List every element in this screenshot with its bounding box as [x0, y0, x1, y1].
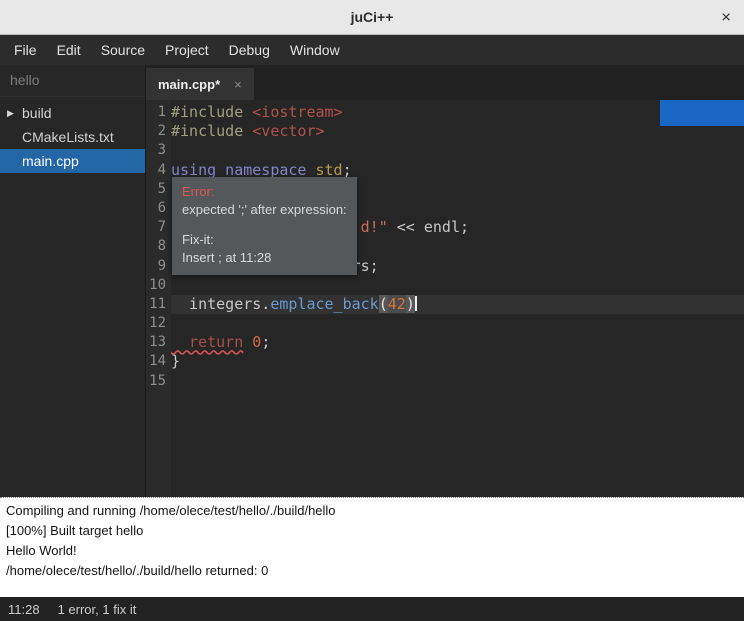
code-token: << endl;	[397, 218, 469, 236]
code-token: emplace_back	[270, 295, 378, 313]
menu-item-edit[interactable]: Edit	[47, 35, 91, 65]
line-number: 13	[146, 333, 171, 352]
code-token: 42	[388, 295, 406, 313]
output-panel[interactable]: Compiling and running /home/olece/test/h…	[0, 497, 744, 597]
code-text: return 0;	[171, 333, 744, 352]
line-number: 10	[146, 276, 171, 295]
tooltip-error-label: Error:	[182, 183, 347, 201]
main-split: hello ▶ build CMakeLists.txt main.cpp main.…	[0, 65, 744, 497]
code-token: ;	[261, 333, 270, 351]
project-label: hello	[0, 65, 145, 97]
menu-item-file[interactable]: File	[4, 35, 47, 65]
code-token: }	[171, 352, 180, 370]
code-token: d!"	[361, 218, 397, 236]
code-token: <vector>	[252, 122, 324, 140]
file-tree: ▶ build CMakeLists.txt main.cpp	[0, 97, 145, 173]
code-line[interactable]: 12	[146, 314, 744, 333]
code-line[interactable]: 2#include <vector>	[146, 122, 744, 141]
code-line[interactable]: 13 return 0;	[146, 333, 744, 352]
editor[interactable]: 1#include <iostream>2#include <vector>34…	[146, 100, 744, 497]
line-number: 14	[146, 352, 171, 371]
code-line[interactable]: 1#include <iostream>	[146, 103, 744, 122]
tab-main-cpp[interactable]: main.cpp* ×	[146, 68, 254, 100]
code-token: using namespace	[171, 161, 306, 179]
diagnostic-tooltip: Error: expected ';' after expression: Fi…	[172, 177, 357, 275]
tooltip-fixit-text: Insert ; at 11:28	[182, 249, 347, 267]
code-text	[171, 372, 744, 391]
output-line: /home/olece/test/hello/./build/hello ret…	[6, 561, 738, 581]
code-text: #include <vector>	[171, 122, 744, 141]
code-text	[171, 276, 744, 295]
code-line[interactable]: 14}	[146, 352, 744, 371]
tree-item-label: CMakeLists.txt	[22, 129, 114, 145]
editor-column: main.cpp* × 1#include <iostream>2#includ…	[146, 65, 744, 497]
tree-item-label: build	[22, 105, 52, 121]
menu-item-project[interactable]: Project	[155, 35, 219, 65]
tooltip-fixit-label: Fix-it:	[182, 231, 347, 249]
tab-close-icon[interactable]: ×	[234, 77, 242, 92]
line-number: 15	[146, 372, 171, 391]
tree-item-build[interactable]: ▶ build	[0, 101, 145, 125]
status-cursor-position: 11:28	[8, 602, 40, 617]
status-diagnostics: 1 error, 1 fix it	[58, 602, 137, 617]
code-token: <iostream>	[252, 103, 342, 121]
code-token: )	[406, 295, 415, 313]
code-line[interactable]: 15	[146, 372, 744, 391]
tree-item-main-cpp[interactable]: main.cpp	[0, 149, 145, 173]
code-text: }	[171, 352, 744, 371]
code-text	[171, 314, 744, 333]
tab-label: main.cpp*	[158, 77, 220, 92]
code-token: return	[171, 333, 243, 351]
code-token: std	[316, 161, 343, 179]
line-number: 9	[146, 257, 171, 276]
output-line: Hello World!	[6, 541, 738, 561]
code-line[interactable]: 10	[146, 276, 744, 295]
line-number: 5	[146, 180, 171, 199]
window-close-button[interactable]: ×	[721, 9, 731, 26]
menubar: FileEditSourceProjectDebugWindow	[0, 35, 744, 65]
window-title: juCi++	[351, 9, 394, 25]
code-text	[171, 141, 744, 160]
window-titlebar[interactable]: juCi++ ×	[0, 0, 744, 35]
tooltip-error-text: expected ';' after expression:	[182, 201, 347, 219]
menu-item-source[interactable]: Source	[91, 35, 155, 65]
line-number: 1	[146, 103, 171, 122]
code-line[interactable]: 11 integers.emplace_back(42)	[146, 295, 744, 314]
code-token	[243, 333, 252, 351]
menu-item-debug[interactable]: Debug	[219, 35, 280, 65]
expand-arrow-icon[interactable]: ▶	[7, 101, 14, 125]
code-token: #include	[171, 103, 252, 121]
tab-bar: main.cpp* ×	[146, 65, 744, 100]
text-cursor	[415, 296, 417, 311]
code-token: 0	[252, 333, 261, 351]
code-line[interactable]: 3	[146, 141, 744, 160]
scrollbar-thumb[interactable]	[660, 100, 744, 126]
sidebar: hello ▶ build CMakeLists.txt main.cpp	[0, 65, 146, 497]
menu-item-window[interactable]: Window	[280, 35, 350, 65]
tree-item-cmakelists-txt[interactable]: CMakeLists.txt	[0, 125, 145, 149]
code-text: #include <iostream>	[171, 103, 744, 122]
line-number: 3	[146, 141, 171, 160]
line-number: 4	[146, 161, 171, 180]
code-token: #include	[171, 122, 252, 140]
tooltip-spacer	[182, 219, 347, 231]
tree-item-label: main.cpp	[22, 153, 79, 169]
output-line: [100%] Built target hello	[6, 521, 738, 541]
line-number: 8	[146, 237, 171, 256]
line-number: 6	[146, 199, 171, 218]
code-text: integers.emplace_back(42)	[171, 295, 744, 314]
output-line: Compiling and running /home/olece/test/h…	[6, 501, 738, 521]
line-number: 7	[146, 218, 171, 237]
status-bar: 11:28 1 error, 1 fix it	[0, 597, 744, 621]
line-number: 2	[146, 122, 171, 141]
code-token	[306, 161, 315, 179]
code-token: integers.	[171, 295, 270, 313]
line-number: 11	[146, 295, 171, 314]
code-token: ;	[343, 161, 352, 179]
line-number: 12	[146, 314, 171, 333]
code-token: (	[379, 295, 388, 313]
